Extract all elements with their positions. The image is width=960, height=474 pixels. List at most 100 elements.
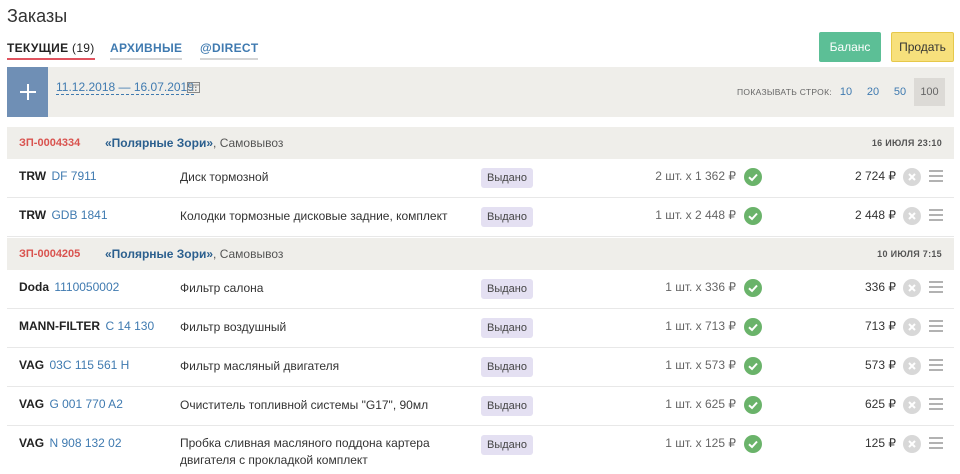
item-article[interactable]: DF 7911: [51, 169, 96, 183]
brand-name: TRW: [19, 169, 47, 183]
close-circle-icon[interactable]: [903, 435, 921, 453]
order-shop: «Полярные Зори», Самовывоз: [105, 247, 283, 261]
item-brand: Doda 1110050002: [19, 280, 119, 294]
hamburger-icon[interactable]: [929, 320, 943, 332]
order-date: 16 ИЮЛЯ 23:10: [871, 138, 942, 148]
order-item-row: Doda 1110050002 Фильтр салона Выдано 1 ш…: [7, 270, 954, 309]
item-brand: VAG G 001 770 A2: [19, 397, 123, 411]
check-circle-icon: [744, 279, 762, 297]
close-circle-icon[interactable]: [903, 318, 921, 336]
item-quantity-price: 1 шт. х 336 ₽: [665, 280, 736, 294]
delivery-method: , Самовывоз: [213, 247, 284, 261]
item-brand: VAG N 908 132 02: [19, 436, 122, 450]
order-header: ЗП-0004205 «Полярные Зори», Самовывоз 10…: [7, 238, 954, 270]
rows-option-10[interactable]: 10: [835, 78, 857, 106]
calendar-icon[interactable]: [187, 81, 200, 93]
order-shop: «Полярные Зори», Самовывоз: [105, 136, 283, 150]
hamburger-icon[interactable]: [929, 170, 943, 182]
item-quantity-price: 2 шт. х 1 362 ₽: [655, 169, 736, 183]
item-quantity-price: 1 шт. х 625 ₽: [665, 397, 736, 411]
item-quantity-price: 1 шт. х 713 ₽: [665, 319, 736, 333]
hamburger-icon[interactable]: [929, 437, 943, 449]
add-order-button[interactable]: [7, 67, 48, 117]
order-number[interactable]: ЗП-0004205: [19, 248, 80, 260]
brand-name: VAG: [19, 436, 45, 450]
status-badge: Выдано: [481, 357, 533, 377]
order-item-row: VAG N 908 132 02 Пробка сливная масляног…: [7, 426, 954, 474]
item-total: 2 448 ₽: [855, 208, 896, 222]
item-article[interactable]: 1110050002: [54, 280, 119, 294]
item-article[interactable]: GDB 1841: [51, 208, 107, 222]
status-badge: Выдано: [481, 396, 533, 416]
close-circle-icon[interactable]: [903, 396, 921, 414]
status-badge: Выдано: [481, 207, 533, 227]
shop-name[interactable]: «Полярные Зори»: [105, 247, 213, 261]
filter-bar: 11.12.2018 — 16.07.2019 ПОКАЗЫВАТЬ СТРОК…: [7, 67, 954, 117]
status-badge: Выдано: [481, 435, 533, 455]
status-badge: Выдано: [481, 318, 533, 338]
rows-option-50[interactable]: 50: [889, 78, 911, 106]
hamburger-icon[interactable]: [929, 209, 943, 221]
close-circle-icon[interactable]: [903, 357, 921, 375]
item-brand: TRW GDB 1841: [19, 208, 108, 222]
check-circle-icon: [744, 396, 762, 414]
order-header: ЗП-0004334 «Полярные Зори», Самовывоз 16…: [7, 127, 954, 159]
rows-option-20[interactable]: 20: [862, 78, 884, 106]
sell-button[interactable]: Продать: [891, 32, 954, 62]
delivery-method: , Самовывоз: [213, 136, 284, 150]
item-quantity-price: 1 шт. х 2 448 ₽: [655, 208, 736, 222]
item-article[interactable]: 03C 115 561 H: [49, 358, 129, 372]
item-total: 2 724 ₽: [855, 169, 896, 183]
page-title: Заказы: [7, 6, 68, 26]
item-brand: MANN-FILTER C 14 130: [19, 319, 154, 333]
rows-option-100[interactable]: 100: [914, 78, 945, 106]
brand-name: TRW: [19, 208, 47, 222]
item-description: Фильтр воздушный: [180, 320, 287, 334]
item-description: Диск тормозной: [180, 170, 269, 184]
item-total: 625 ₽: [865, 397, 896, 411]
item-brand: TRW DF 7911: [19, 169, 97, 183]
order-date: 10 ИЮЛЯ 7:15: [877, 249, 942, 259]
tab-archive[interactable]: АРХИВНЫЕ: [110, 41, 183, 60]
status-badge: Выдано: [481, 168, 533, 188]
tab-current[interactable]: ТЕКУЩИЕ (19): [7, 41, 95, 60]
order-item-row: MANN-FILTER C 14 130 Фильтр воздушный Вы…: [7, 309, 954, 348]
item-description: Фильтр салона: [180, 281, 264, 295]
plus-icon: [19, 84, 36, 100]
close-circle-icon[interactable]: [903, 207, 921, 225]
item-article[interactable]: N 908 132 02: [49, 436, 121, 450]
close-circle-icon[interactable]: [903, 279, 921, 297]
order-item-row: TRW DF 7911 Диск тормозной Выдано 2 шт. …: [7, 159, 954, 198]
order-number[interactable]: ЗП-0004334: [19, 137, 80, 149]
item-description: Колодки тормозные дисковые задние, компл…: [180, 209, 448, 223]
brand-name: MANN-FILTER: [19, 319, 101, 333]
check-circle-icon: [744, 168, 762, 186]
hamburger-icon[interactable]: [929, 398, 943, 410]
date-range-picker[interactable]: 11.12.2018 — 16.07.2019: [56, 80, 194, 95]
item-total: 713 ₽: [865, 319, 896, 333]
item-brand: VAG 03C 115 561 H: [19, 358, 129, 372]
check-circle-icon: [744, 318, 762, 336]
tab-direct[interactable]: @DIRECT: [200, 41, 259, 60]
hamburger-icon[interactable]: [929, 359, 943, 371]
check-circle-icon: [744, 357, 762, 375]
shop-name[interactable]: «Полярные Зори»: [105, 136, 213, 150]
balance-button[interactable]: Баланс: [819, 32, 881, 62]
tab-current-count: (19): [72, 41, 95, 55]
item-article[interactable]: C 14 130: [105, 319, 154, 333]
item-total: 336 ₽: [865, 280, 896, 294]
close-circle-icon[interactable]: [903, 168, 921, 186]
item-description: Очиститель топливной системы "G17", 90мл: [180, 398, 429, 412]
item-description: Пробка сливная масляного поддона картера…: [180, 436, 430, 467]
brand-name: VAG: [19, 397, 45, 411]
order-item-row: TRW GDB 1841 Колодки тормозные дисковые …: [7, 198, 954, 237]
order-item-row: VAG G 001 770 A2 Очиститель топливной си…: [7, 387, 954, 426]
hamburger-icon[interactable]: [929, 281, 943, 293]
tab-current-label: ТЕКУЩИЕ: [7, 41, 69, 55]
item-quantity-price: 1 шт. х 573 ₽: [665, 358, 736, 372]
brand-name: Doda: [19, 280, 49, 294]
item-article[interactable]: G 001 770 A2: [49, 397, 122, 411]
brand-name: VAG: [19, 358, 45, 372]
check-circle-icon: [744, 207, 762, 225]
item-description: Фильтр масляный двигателя: [180, 359, 340, 373]
